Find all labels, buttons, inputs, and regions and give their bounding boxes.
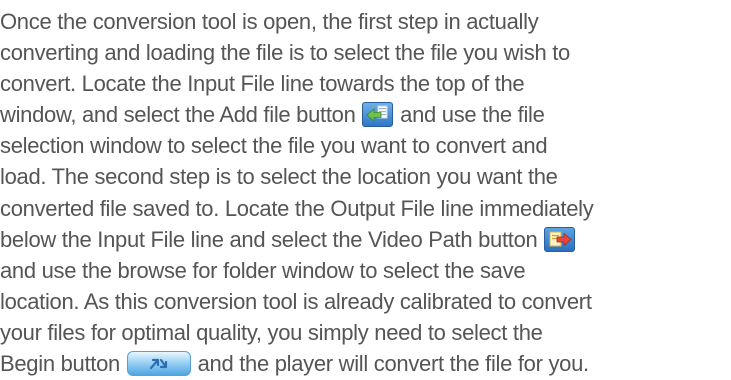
text-line-with-begin-icon: Begin button and the player will convert… <box>0 348 731 379</box>
text-line: Once the conversion tool is open, the fi… <box>0 9 539 34</box>
instruction-page: Once the conversion tool is open, the fi… <box>0 0 731 380</box>
text-line: and use the browse for folder window to … <box>0 257 526 283</box>
add-file-icon <box>362 102 394 128</box>
text-segment: and the player will convert the file for… <box>191 351 590 377</box>
text-line-with-path-icon: below the Input File line and select the… <box>0 224 731 255</box>
text-line: convert. Locate the Input File line towa… <box>0 71 525 97</box>
video-path-icon <box>544 226 576 252</box>
text-line: selection window to select the file you … <box>0 133 548 159</box>
text-line: load. The second step is to select the l… <box>0 164 558 190</box>
text-line: converted file saved to. Locate the Outp… <box>0 195 594 221</box>
begin-icon <box>126 351 191 377</box>
instruction-paragraph: Once the conversion tool is open, the fi… <box>0 6 731 379</box>
text-line-with-add-icon: window, and select the Add file button a… <box>0 99 731 130</box>
text-segment: Begin button <box>0 351 126 377</box>
text-line: converting and loading the file is to se… <box>0 40 570 66</box>
text-line: location. As this conversion tool is alr… <box>0 288 592 314</box>
text-segment: window, and select the Add file button <box>0 102 362 128</box>
text-segment: and use the file <box>394 102 545 128</box>
text-line: your files for optimal quality, you simp… <box>0 319 543 345</box>
text-segment: below the Input File line and select the… <box>0 226 544 252</box>
